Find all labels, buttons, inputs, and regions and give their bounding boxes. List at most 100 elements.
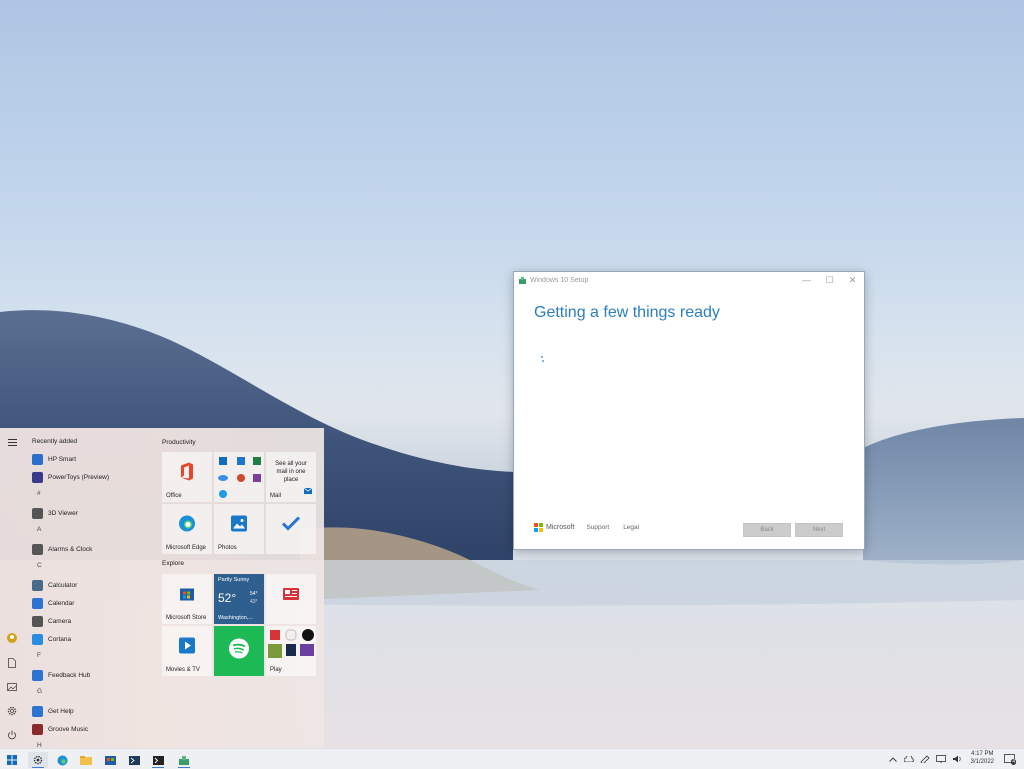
- onedrive-tray[interactable]: [904, 753, 914, 765]
- weather-temp: 52°: [218, 591, 237, 605]
- next-button[interactable]: Next: [795, 523, 843, 537]
- weather-location: Washington,...: [218, 615, 253, 621]
- taskbar-store[interactable]: [100, 752, 120, 768]
- hp-smart-icon: [32, 453, 43, 465]
- start-menu: Recently added HP Smart PowerToys (Previe…: [0, 428, 324, 748]
- documents-icon[interactable]: [6, 657, 18, 669]
- start-button[interactable]: [2, 752, 22, 768]
- action-center-button[interactable]: 4: [1004, 753, 1016, 765]
- setup-window: Windows 10 Setup — ☐ ✕ Getting a few thi…: [513, 271, 865, 550]
- calendar-icon: [32, 597, 43, 609]
- alphabet-header[interactable]: F: [37, 652, 41, 659]
- app-label: 3D Viewer: [48, 509, 78, 517]
- setup-app-icon: [179, 755, 189, 765]
- start-rail: [0, 428, 24, 748]
- tile-label: Microsoft Store: [166, 615, 207, 621]
- minimize-button[interactable]: —: [795, 275, 818, 285]
- terminal-icon: [152, 755, 164, 765]
- tile-microsoft-store[interactable]: Microsoft Store: [162, 574, 212, 624]
- app-label: Cortana: [48, 635, 72, 643]
- app-list-item[interactable]: Groove Music: [32, 721, 152, 737]
- network-tray[interactable]: [936, 753, 946, 765]
- close-button[interactable]: ✕: [841, 275, 864, 286]
- app-list-item[interactable]: Feedback Hub: [32, 667, 152, 683]
- back-button[interactable]: Back: [743, 523, 791, 537]
- taskbar-edge[interactable]: [52, 752, 72, 768]
- tile-label: Movies & TV: [166, 667, 200, 673]
- app-list-item[interactable]: Alarms & Clock: [32, 541, 152, 557]
- settings-gear-icon[interactable]: [6, 705, 18, 717]
- app-label: PowerToys (Preview): [48, 473, 110, 481]
- hamburger-menu-icon[interactable]: [6, 436, 18, 448]
- app-list-item[interactable]: Get Help: [32, 703, 152, 719]
- alphabet-header[interactable]: C: [37, 562, 42, 569]
- help-icon: [32, 705, 43, 717]
- taskbar-file-explorer[interactable]: [76, 752, 96, 768]
- store-bag-icon: [104, 756, 116, 765]
- powertoys-icon: [32, 471, 43, 483]
- pen-icon: [920, 755, 930, 763]
- title-bar[interactable]: Windows 10 Setup — ☐ ✕: [514, 272, 864, 288]
- setup-heading: Getting a few things ready: [534, 304, 720, 321]
- legal-link[interactable]: Legal: [623, 524, 639, 531]
- show-hidden-icons[interactable]: [889, 753, 897, 765]
- tile-weather[interactable]: Partly Sunny 52° 54° 43° Washington,...: [214, 574, 264, 624]
- tile-office-apps[interactable]: [214, 452, 264, 502]
- recently-added-header: Recently added: [32, 438, 78, 445]
- taskbar-powershell[interactable]: [124, 752, 144, 768]
- taskbar: 4:17 PM 3/1/2022 4: [0, 748, 1024, 769]
- power-icon[interactable]: [6, 729, 18, 741]
- app-label: Feedback Hub: [48, 671, 91, 679]
- support-link[interactable]: Support: [586, 524, 609, 531]
- app-label: Calendar: [48, 599, 75, 607]
- app-label: Get Help: [48, 707, 74, 715]
- tile-microsoft-edge[interactable]: Microsoft Edge: [162, 504, 212, 554]
- taskbar-setup[interactable]: [174, 752, 194, 768]
- taskbar-terminal[interactable]: [148, 752, 168, 768]
- volume-tray[interactable]: [952, 753, 962, 765]
- camera-icon: [32, 615, 43, 627]
- tile-movies-tv[interactable]: Movies & TV: [162, 626, 212, 676]
- app-list-item[interactable]: Calculator: [32, 577, 152, 593]
- alphabet-header[interactable]: A: [37, 526, 41, 533]
- app-list-item[interactable]: Calendar: [32, 595, 152, 611]
- tile-label: Office: [166, 493, 182, 499]
- clock-date: 3/1/2022: [970, 759, 994, 765]
- tile-office[interactable]: Office: [162, 452, 212, 502]
- app-list-item[interactable]: HP Smart: [32, 451, 152, 467]
- tile-photos[interactable]: Photos: [214, 504, 264, 554]
- user-avatar-icon[interactable]: [6, 632, 18, 644]
- app-label: HP Smart: [48, 455, 77, 463]
- movies-icon: [179, 637, 195, 659]
- clock-time: 4:17 PM: [971, 751, 994, 757]
- app-label: Alarms & Clock: [48, 545, 93, 553]
- setup-app-icon: [519, 276, 526, 284]
- edge-icon: [57, 755, 67, 765]
- cortana-icon: [32, 633, 43, 645]
- taskbar-clock[interactable]: 4:17 PM 3/1/2022: [971, 750, 994, 766]
- app-list-item[interactable]: 3D Viewer: [32, 505, 152, 521]
- office-apps-icons: [218, 457, 261, 498]
- maximize-button[interactable]: ☐: [818, 275, 841, 286]
- app-list-item[interactable]: Cortana: [32, 631, 152, 647]
- tile-news[interactable]: [266, 574, 316, 624]
- tile-play[interactable]: Play: [266, 626, 316, 676]
- location-tray[interactable]: [920, 753, 930, 765]
- clock-icon: [32, 543, 43, 555]
- tile-todo[interactable]: [266, 504, 316, 554]
- tile-mail[interactable]: See all your mail in one place Mail: [266, 452, 316, 502]
- app-label: Camera: [48, 617, 72, 625]
- network-icon: [936, 755, 946, 763]
- app-list-item[interactable]: PowerToys (Preview): [32, 469, 152, 485]
- alphabet-header[interactable]: G: [37, 688, 42, 695]
- microsoft-logo-icon: [534, 523, 543, 532]
- app-list-item[interactable]: Camera: [32, 613, 152, 629]
- taskbar-settings[interactable]: [28, 752, 48, 768]
- tile-label: Play: [270, 667, 282, 673]
- settings-gear-icon: [33, 755, 43, 765]
- alphabet-header[interactable]: #: [37, 490, 41, 497]
- tile-spotify[interactable]: [214, 626, 264, 676]
- todo-check-icon: [281, 516, 301, 536]
- speaker-icon: [953, 755, 961, 763]
- pictures-icon[interactable]: [6, 681, 18, 693]
